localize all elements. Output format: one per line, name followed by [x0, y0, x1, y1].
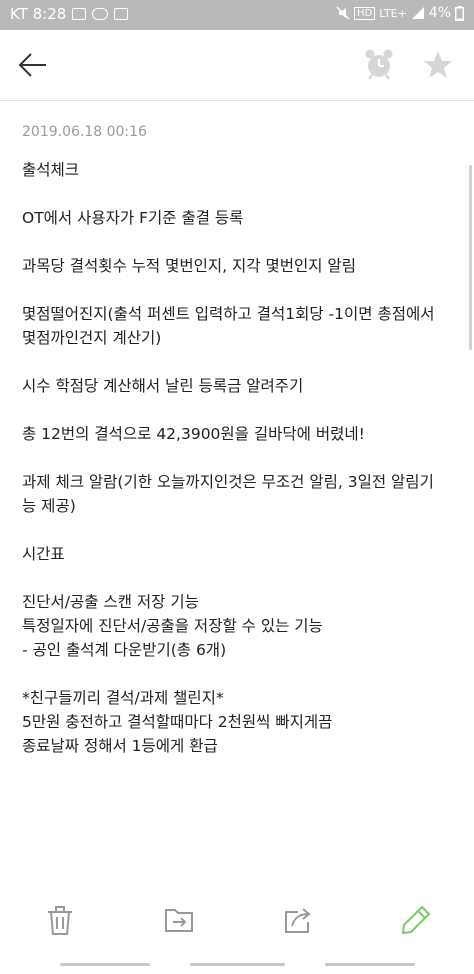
note-line: 시수 학점당 계산해서 날린 등록금 알려주기 — [22, 377, 304, 395]
hd-icon: HD — [354, 6, 376, 20]
note-line: - 공인 출석계 다운받기(총 6개) — [22, 641, 227, 659]
note-line: 5만원 충전하고 결석할때마다 2천원씩 빠지게끔 — [22, 713, 333, 731]
app-bar — [0, 30, 474, 100]
pencil-icon — [401, 905, 431, 935]
note-blank-line — [22, 446, 458, 470]
network-type: LTE+ — [379, 6, 407, 20]
note-body[interactable]: 출석체크 OT에서 사용자가 F기준 출결 등록과목당 결석횟수 누적 몇번인지,… — [22, 158, 458, 758]
note-line: 출석체크 — [22, 161, 80, 179]
note-blank-line — [22, 566, 458, 590]
star-icon — [424, 51, 452, 78]
note-line: 과제 체크 알람(기한 오늘까지인것은 무조건 알림, 3일전 알림기 — [22, 473, 434, 491]
share-button[interactable] — [282, 904, 314, 936]
gallery-notification-icon — [72, 8, 87, 20]
mute-icon — [336, 6, 350, 20]
battery-level: 4% — [428, 5, 451, 21]
gesture-bar — [0, 958, 474, 974]
note-blank-line — [22, 350, 458, 374]
gesture-segment-left — [60, 963, 150, 966]
arrow-left-icon — [18, 53, 46, 77]
note-blank-line — [22, 662, 458, 686]
note-line: 시간표 — [22, 545, 65, 563]
delete-button[interactable] — [44, 904, 76, 936]
note-line: *친구들끼리 결석/과제 챌린지* — [22, 689, 224, 707]
gesture-segment-center — [190, 963, 285, 966]
battery-icon — [455, 5, 464, 21]
share-icon — [285, 908, 311, 933]
note-line: 몇점떨어진지(출석 퍼센트 입력하고 결석1회당 -1이면 총점에서 — [22, 305, 435, 323]
note-blank-line — [22, 278, 458, 302]
folder-move-icon — [165, 909, 193, 932]
note-line: 종료날짜 정해서 1등에게 환급 — [22, 737, 218, 755]
edit-button[interactable] — [400, 904, 432, 936]
note-line: 진단서/공출 스캔 저장 기능 — [22, 593, 199, 611]
note-blank-line — [22, 230, 458, 254]
reminder-button[interactable] — [364, 48, 394, 80]
note-blank-line — [22, 518, 458, 542]
bottom-toolbar — [0, 890, 474, 950]
move-button[interactable] — [163, 904, 195, 936]
status-left: KT 8:28 — [10, 5, 129, 23]
header-divider — [0, 100, 474, 101]
note-line: 몇점까인건지 계산기) — [22, 329, 162, 347]
note-timestamp: 2019.06.18 00:16 — [22, 124, 147, 140]
back-button[interactable] — [16, 48, 50, 82]
status-right: HD LTE+ 4% — [336, 5, 464, 21]
scrollbar-thumb[interactable] — [469, 165, 472, 350]
cast-notification-icon — [114, 8, 129, 20]
note-blank-line — [22, 182, 458, 206]
note-line: 특정일자에 진단서/공출을 저장할 수 있는 기능 — [22, 617, 323, 635]
note-line: 과목당 결석횟수 누적 몇번인지, 지각 몇번인지 알림 — [22, 257, 356, 275]
note-line: 총 12번의 결석으로 42,3900원을 길바닥에 버렸네! — [22, 425, 365, 443]
talk-notification-icon — [92, 8, 109, 20]
note-blank-line — [22, 398, 458, 422]
gesture-segment-right — [325, 963, 415, 966]
alarm-clock-icon — [365, 49, 393, 80]
carrier-time: KT 8:28 — [10, 5, 67, 23]
favorite-button[interactable] — [423, 50, 453, 80]
note-line: 능 제공) — [22, 497, 76, 515]
note-line: OT에서 사용자가 F기준 출결 등록 — [22, 209, 244, 227]
status-bar: KT 8:28 HD LTE+ 4% — [0, 0, 474, 30]
signal-icon — [411, 7, 424, 19]
trash-icon — [48, 906, 72, 935]
